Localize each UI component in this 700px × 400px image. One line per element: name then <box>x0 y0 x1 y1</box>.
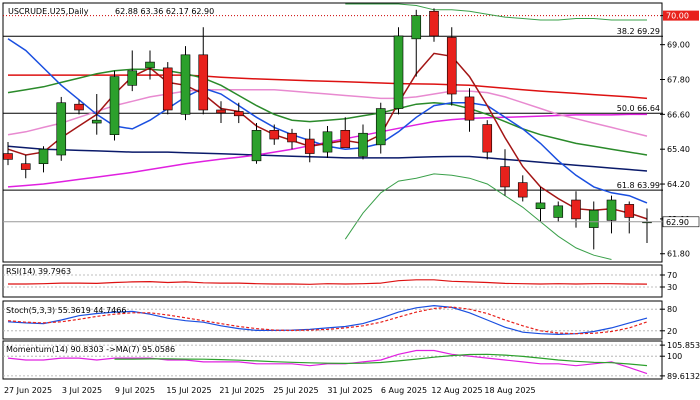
bearish-candle <box>464 96 475 121</box>
bearish-candle <box>269 130 280 140</box>
price-tick-label: 69.00 <box>667 41 690 50</box>
indicator-tick-label: 105.8534 <box>667 341 700 350</box>
bearish-candle <box>198 54 209 111</box>
bearish-candle <box>429 10 439 37</box>
bearish-candle <box>3 153 13 160</box>
bullish-candle <box>56 102 67 156</box>
bearish-candle <box>624 204 635 218</box>
price-tick-label: 66.60 <box>667 110 690 119</box>
bullish-candle <box>393 35 404 109</box>
indicator-tick-label: 70 <box>667 271 677 280</box>
fib-level-label: 61.8 63.99 <box>617 181 660 190</box>
bearish-candle <box>304 138 315 154</box>
price-tick-label: 64.20 <box>667 180 690 189</box>
indicator-tick-label: 30 <box>667 283 677 292</box>
bullish-candle <box>109 76 120 135</box>
ohlc-label: 62.88 63.36 62.17 62.90 <box>115 7 214 16</box>
bearish-candle <box>162 67 173 111</box>
indicator-tick-label: 20 <box>667 327 677 336</box>
date-tick-label: 12 Aug 2025 <box>431 386 482 395</box>
bullish-candle <box>358 132 368 157</box>
bullish-candle <box>322 131 333 153</box>
date-tick-label: 21 Jul 2025 <box>219 386 264 395</box>
resistance-price-label: 70.00 <box>666 12 689 21</box>
bullish-candle <box>535 202 546 210</box>
bullish-candle <box>91 119 102 124</box>
bearish-candle <box>287 132 297 143</box>
bullish-candle <box>180 54 191 115</box>
bearish-candle <box>517 182 528 198</box>
x-axis: 27 Jun 2025 3 Jul 2025 9 Jul 2025 15 Jul 20… <box>4 386 536 395</box>
indicator-tick-label: 89.6132 <box>667 372 700 381</box>
date-tick-label: 6 Aug 2025 <box>381 386 427 395</box>
bullish-candle <box>251 130 262 162</box>
last-price-label: 62.90 <box>666 218 689 227</box>
bullish-candle <box>553 205 564 218</box>
main-panel-frame <box>2 2 663 263</box>
bearish-candle <box>20 163 31 170</box>
date-tick-label: 31 Jul 2025 <box>327 386 372 395</box>
bullish-candle <box>411 15 422 40</box>
fib-level-label: 38.2 69.29 <box>617 27 660 36</box>
date-tick-label: 18 Aug 2025 <box>484 386 535 395</box>
bearish-candle <box>216 109 226 114</box>
date-tick-label: 3 Jul 2025 <box>62 386 102 395</box>
price-tick-label: 65.40 <box>667 145 690 154</box>
bullish-candle <box>606 199 617 221</box>
indicator-tick-label: 80 <box>667 305 677 314</box>
bearish-candle <box>446 37 457 95</box>
bullish-candle <box>38 148 49 165</box>
bearish-candle <box>233 111 244 117</box>
date-tick-label: 27 Jun 2025 <box>4 386 52 395</box>
bullish-candle <box>375 108 386 146</box>
date-tick-label: 25 Jul 2025 <box>273 386 318 395</box>
date-tick-label: 9 Jul 2025 <box>115 386 155 395</box>
date-tick-label: 15 Jul 2025 <box>166 386 211 395</box>
price-tick-label: 67.80 <box>667 76 690 85</box>
bullish-candle <box>145 61 155 69</box>
bearish-candle <box>482 124 493 153</box>
indicator-tick-label: 100 <box>667 352 682 361</box>
symbol-label: USCRUDE.U25,Daily <box>8 7 89 16</box>
bearish-candle <box>500 166 510 188</box>
bearish-candle <box>340 130 351 149</box>
bullish-candle <box>588 209 599 228</box>
rsi-panel-frame <box>2 264 663 298</box>
price-tick-label: 61.80 <box>667 250 690 259</box>
bearish-candle <box>74 103 84 111</box>
momentum-title: Momentum(14) 90.8303 ->MA(7) 95.0586 <box>6 345 175 354</box>
bearish-candle <box>571 199 581 220</box>
price-chart: 70.0069.0067.8066.6065.4064.2063.0061.80… <box>2 2 700 395</box>
rsi-title: RSI(14) 39.7963 <box>6 267 71 276</box>
stoch-title: Stoch(5,3,3) 55.3619 44.7466 <box>6 306 126 315</box>
fib-level-label: 50.0 66.64 <box>617 104 660 113</box>
bullish-candle <box>127 70 138 86</box>
